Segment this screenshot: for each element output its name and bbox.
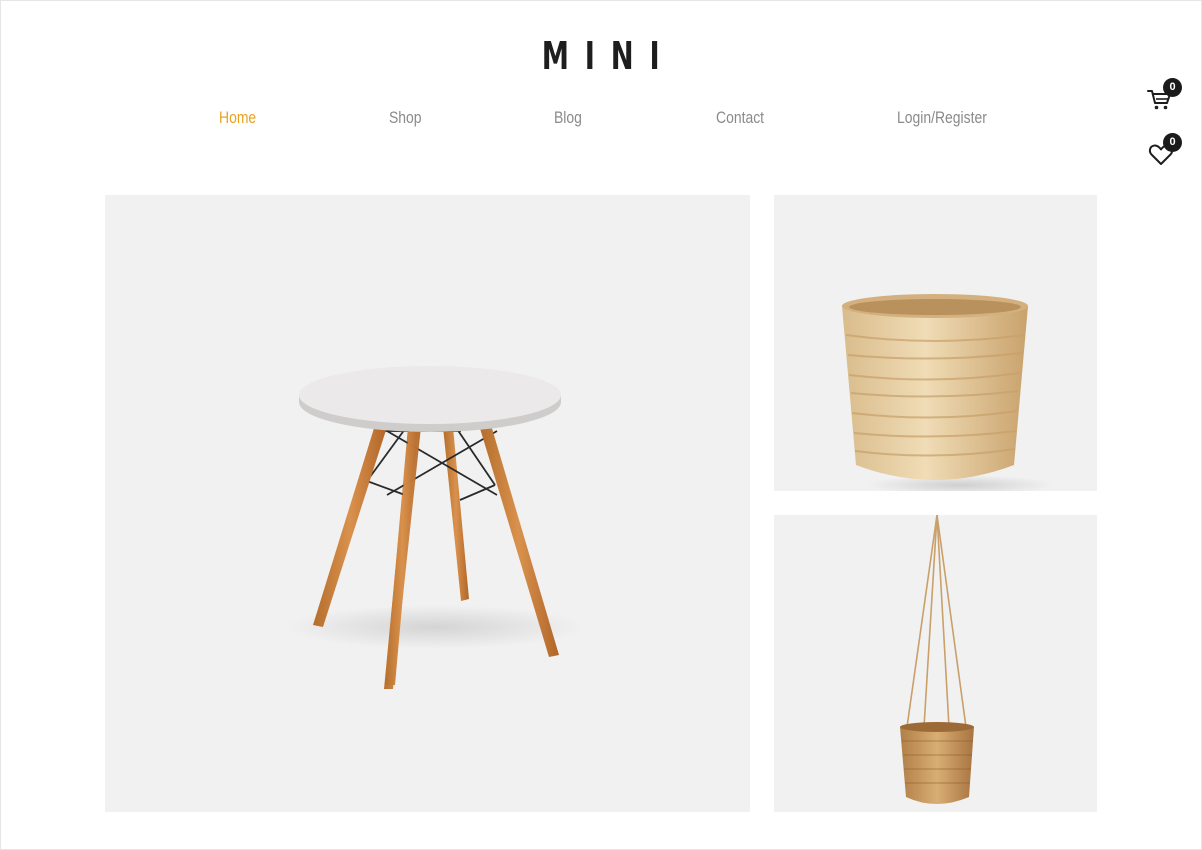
cart-button[interactable]: 0 — [1146, 78, 1182, 116]
site-logo[interactable]: MINI — [168, 34, 1033, 78]
product-tile-hanging-basket[interactable] — [774, 515, 1097, 812]
cart-count-badge: 0 — [1163, 78, 1182, 97]
nav-shop[interactable]: Shop — [389, 108, 422, 128]
product-tile-bamboo-pot[interactable] — [774, 195, 1097, 491]
wishlist-button[interactable]: 0 — [1148, 133, 1182, 171]
nav-blog[interactable]: Blog — [554, 108, 582, 128]
hanging-basket-image — [900, 515, 974, 804]
nav-login-register[interactable]: Login/Register — [897, 108, 987, 128]
nav-home[interactable]: Home — [219, 108, 256, 128]
nav-contact[interactable]: Contact — [716, 108, 764, 128]
wishlist-count-badge: 0 — [1163, 133, 1182, 152]
round-table-image — [285, 366, 585, 689]
bamboo-pot-image — [842, 294, 1055, 491]
main-nav: Home Shop Blog Contact Login/Register — [0, 108, 1202, 136]
product-tile-table[interactable] — [105, 195, 750, 812]
